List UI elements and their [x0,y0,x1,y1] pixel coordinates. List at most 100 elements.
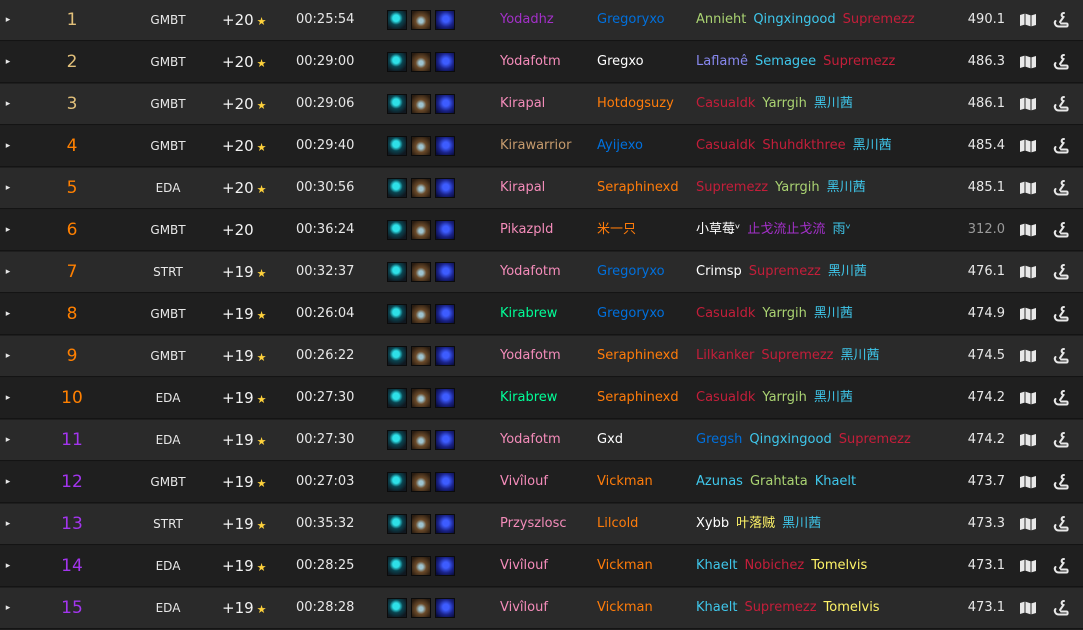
expand-arrow-icon[interactable]: ▸ [0,588,16,628]
link-icon[interactable] [1053,306,1069,322]
table-row[interactable]: ▸ 14 EDA +19 ★ 00:28:25 Vivîlouf Vickman … [0,546,1083,587]
link-icon[interactable] [1053,180,1069,196]
dps-player-link[interactable]: Supremezz [761,348,833,363]
dps-player-link[interactable]: Supremezz [696,180,768,195]
healer-player-link[interactable]: Seraphinexd [597,168,679,208]
dps-player-link[interactable]: Supremezz [843,12,915,27]
dps-player-link[interactable]: 黑川茜 [853,138,892,153]
dps-player-link[interactable]: 叶落贼 [736,516,775,531]
dps-player-link[interactable]: Yarrgih [775,180,819,195]
dps-player-link[interactable]: Qingxingood [753,12,835,27]
dps-player-link[interactable]: Supremezz [839,432,911,447]
tank-player-link[interactable]: Kirapal [500,84,545,124]
link-icon[interactable] [1053,222,1069,238]
healer-player-link[interactable]: Vickman [597,462,653,502]
tank-player-link[interactable]: Kirabrew [500,378,557,418]
dps-player-link[interactable]: 黑川茜 [782,516,821,531]
tank-player-link[interactable]: Yodadhz [500,0,554,40]
healer-player-link[interactable]: Gregoryxo [597,294,665,334]
dps-player-link[interactable]: Qingxingood [749,432,831,447]
healer-player-link[interactable]: Seraphinexd [597,336,679,376]
table-row[interactable]: ▸ 11 EDA +19 ★ 00:27:30 Yodafotm Gxd Greg… [0,420,1083,461]
dps-player-link[interactable]: 小草莓ᵛ [696,222,740,237]
map-icon[interactable] [1019,517,1037,531]
map-icon[interactable] [1019,223,1037,237]
table-row[interactable]: ▸ 13 STRT +19 ★ 00:35:32 Przyszlosc Lilco… [0,504,1083,545]
map-icon[interactable] [1019,475,1037,489]
dps-player-link[interactable]: Lilkanker [696,348,754,363]
tank-player-link[interactable]: Przyszlosc [500,504,567,544]
link-icon[interactable] [1053,516,1069,532]
map-icon[interactable] [1019,139,1037,153]
dps-player-link[interactable]: 黑川茜 [828,264,867,279]
dps-player-link[interactable]: Yarrgih [762,306,806,321]
dps-player-link[interactable]: Tomelvis [811,558,867,573]
dps-player-link[interactable]: Khaelt [696,558,737,573]
dps-player-link[interactable]: Semagee [755,54,816,69]
link-icon[interactable] [1053,348,1069,364]
table-row[interactable]: ▸ 4 GMBT +20 ★ 00:29:40 Kirawarrior Ayije… [0,126,1083,167]
tank-player-link[interactable]: Yodafotm [500,336,561,376]
table-row[interactable]: ▸ 7 STRT +19 ★ 00:32:37 Yodafotm Gregoryx… [0,252,1083,293]
map-icon[interactable] [1019,13,1037,27]
link-icon[interactable] [1053,96,1069,112]
map-icon[interactable] [1019,265,1037,279]
healer-player-link[interactable]: Seraphinexd [597,378,679,418]
expand-arrow-icon[interactable]: ▸ [0,378,16,418]
map-icon[interactable] [1019,391,1037,405]
dps-player-link[interactable]: 黑川茜 [814,306,853,321]
healer-player-link[interactable]: Vickman [597,546,653,586]
map-icon[interactable] [1019,307,1037,321]
dps-player-link[interactable]: 黑川茜 [814,390,853,405]
dps-player-link[interactable]: Casualdk [696,390,755,405]
expand-arrow-icon[interactable]: ▸ [0,0,16,40]
dps-player-link[interactable]: Casualdk [696,96,755,111]
link-icon[interactable] [1053,600,1069,616]
table-row[interactable]: ▸ 6 GMBT +20 00:36:24 Pikazpld 米一只 小草莓ᵛ 止… [0,210,1083,251]
dps-player-link[interactable]: 止戈流止戈流 [747,222,825,237]
tank-player-link[interactable]: Yodafotm [500,420,561,460]
link-icon[interactable] [1053,474,1069,490]
healer-player-link[interactable]: Vickman [597,588,653,628]
tank-player-link[interactable]: Vivîlouf [500,462,548,502]
tank-player-link[interactable]: Yodafotm [500,252,561,292]
table-row[interactable]: ▸ 10 EDA +19 ★ 00:27:30 Kirabrew Seraphin… [0,378,1083,419]
expand-arrow-icon[interactable]: ▸ [0,504,16,544]
expand-arrow-icon[interactable]: ▸ [0,168,16,208]
expand-arrow-icon[interactable]: ▸ [0,210,16,250]
expand-arrow-icon[interactable]: ▸ [0,84,16,124]
healer-player-link[interactable]: Gregoryxo [597,252,665,292]
link-icon[interactable] [1053,54,1069,70]
link-icon[interactable] [1053,264,1069,280]
map-icon[interactable] [1019,349,1037,363]
map-icon[interactable] [1019,601,1037,615]
map-icon[interactable] [1019,55,1037,69]
map-icon[interactable] [1019,559,1037,573]
dps-player-link[interactable]: Crimsp [696,264,742,279]
dps-player-link[interactable]: Khaelt [815,474,856,489]
dps-player-link[interactable]: Casualdk [696,306,755,321]
healer-player-link[interactable]: Hotdogsuzy [597,84,674,124]
table-row[interactable]: ▸ 3 GMBT +20 ★ 00:29:06 Kirapal Hotdogsuz… [0,84,1083,125]
dps-player-link[interactable]: Azunas [696,474,743,489]
expand-arrow-icon[interactable]: ▸ [0,42,16,82]
dps-player-link[interactable]: Annieht [696,12,746,27]
expand-arrow-icon[interactable]: ▸ [0,420,16,460]
tank-player-link[interactable]: Kirapal [500,168,545,208]
dps-player-link[interactable]: Tomelvis [824,600,880,615]
link-icon[interactable] [1053,558,1069,574]
expand-arrow-icon[interactable]: ▸ [0,462,16,502]
tank-player-link[interactable]: Kirabrew [500,294,557,334]
healer-player-link[interactable]: Gxd [597,420,623,460]
tank-player-link[interactable]: Pikazpld [500,210,553,250]
dps-player-link[interactable]: 黑川茜 [827,180,866,195]
expand-arrow-icon[interactable]: ▸ [0,294,16,334]
tank-player-link[interactable]: Vivîlouf [500,546,548,586]
expand-arrow-icon[interactable]: ▸ [0,126,16,166]
dps-player-link[interactable]: Supremezz [749,264,821,279]
healer-player-link[interactable]: Ayijexo [597,126,643,166]
dps-player-link[interactable]: Casualdk [696,138,755,153]
link-icon[interactable] [1053,138,1069,154]
dps-player-link[interactable]: 雨ᵛ [832,222,850,237]
expand-arrow-icon[interactable]: ▸ [0,546,16,586]
